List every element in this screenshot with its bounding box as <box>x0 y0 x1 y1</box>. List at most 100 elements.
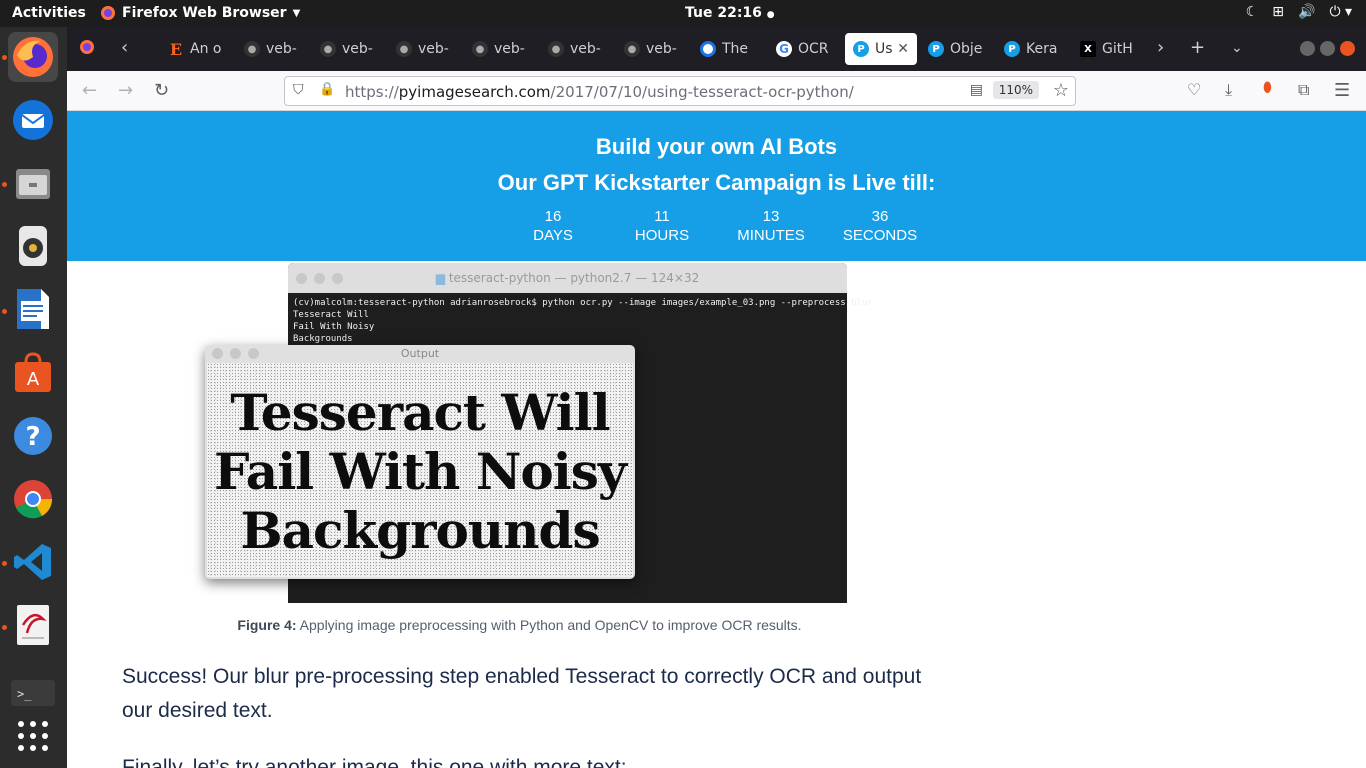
countdown-value: 11 <box>654 208 670 225</box>
countdown-seconds: 36 SECONDS <box>830 207 930 245</box>
dock-thunderbird[interactable] <box>8 95 58 145</box>
noisy-text-line: Backgrounds <box>240 501 600 560</box>
tab[interactable]: P Obje <box>920 33 994 65</box>
window-button-icon <box>248 348 259 359</box>
tab[interactable]: ● veb- <box>540 33 614 65</box>
dock-files[interactable] <box>8 158 58 208</box>
article-paragraph: Finally, let’s try another image, this o… <box>122 756 627 768</box>
tab[interactable]: X GitH <box>1072 33 1146 65</box>
window-button-icon <box>332 273 343 284</box>
downloads-icon[interactable]: ⤓ <box>1225 80 1232 100</box>
dock-terminal[interactable]: >_ <box>8 673 58 709</box>
lock-icon[interactable]: 🔒 <box>319 82 335 97</box>
clock[interactable]: Tue 22:16 ● <box>685 5 775 21</box>
noisy-text-line: Tesseract Will <box>230 383 610 442</box>
dock-rhythmbox[interactable] <box>8 221 58 271</box>
dock-firefox[interactable] <box>8 32 58 82</box>
shield-icon[interactable]: ⛉ <box>293 82 304 98</box>
tab[interactable]: ● veb- <box>616 33 690 65</box>
tab-active[interactable]: P Us ✕ <box>845 33 917 65</box>
url-bar[interactable]: ⛉ 🔒 https://pyimagesearch.com/2017/07/10… <box>284 76 1076 106</box>
tab[interactable]: ● veb- <box>464 33 538 65</box>
tab-scroll-left-button[interactable]: ‹ <box>121 37 128 58</box>
app-grid-icon <box>18 721 48 751</box>
github-icon: ● <box>396 41 412 57</box>
running-indicator <box>2 561 7 566</box>
tab[interactable]: ● veb- <box>312 33 386 65</box>
github-icon: ● <box>320 41 336 57</box>
window-button-icon <box>212 348 223 359</box>
figure-caption: Figure 4: Applying image preprocessing w… <box>67 617 972 633</box>
dock-software[interactable]: A <box>8 348 58 398</box>
zoom-indicator[interactable]: 110% <box>992 81 1039 99</box>
dock-chrome[interactable] <box>8 474 58 524</box>
chrome-icon <box>14 480 53 519</box>
tab-scroll-right-button[interactable]: › <box>1157 37 1164 58</box>
firefox-view-icon[interactable] <box>79 39 95 60</box>
reader-view-icon[interactable]: ▤ <box>970 82 983 98</box>
tab-label: OCR <box>798 41 829 57</box>
firefox-icon <box>13 37 53 77</box>
reload-button[interactable]: ↻ <box>154 80 169 101</box>
article-paragraph: Success! Our blur pre-processing step en… <box>122 665 922 722</box>
tab[interactable]: P Kera <box>996 33 1070 65</box>
extension-icon[interactable]: ⬮ <box>1263 80 1272 96</box>
maximize-button[interactable] <box>1320 41 1335 56</box>
countdown-value: 13 <box>762 208 780 225</box>
help-icon: ? <box>14 417 52 455</box>
tab[interactable]: ● veb- <box>236 33 310 65</box>
vscode-icon <box>14 544 51 580</box>
tab-label: Kera <box>1026 41 1058 57</box>
bookmark-star-icon[interactable]: ☆ <box>1053 80 1069 101</box>
caption-label: Figure 4: <box>237 617 297 633</box>
files-icon <box>16 169 50 199</box>
system-tray[interactable]: ☾ ⊞ 🔊 ⏻ ▾ <box>1246 4 1352 20</box>
close-tab-icon[interactable]: ✕ <box>897 41 909 57</box>
terminal-title: tesseract-python — python2.7 — 124×32 <box>448 271 700 285</box>
url-text[interactable]: https://pyimagesearch.com/2017/07/10/usi… <box>345 83 854 101</box>
tab-label: veb- <box>494 41 525 57</box>
thunderbird-icon <box>13 100 53 140</box>
url-path: /2017/07/10/using-tesseract-ocr-python/ <box>550 83 854 101</box>
countdown-unit: SECONDS <box>842 227 918 244</box>
app-name: Firefox Web Browser <box>122 5 287 21</box>
dock-help[interactable]: ? <box>8 411 58 461</box>
noisy-text-line: Fail With Noisy <box>214 442 627 501</box>
minimize-button[interactable] <box>1300 41 1315 56</box>
terminal-icon: >_ <box>11 680 55 706</box>
noisy-text-image: Tesseract Will Fail With Noisy Backgroun… <box>207 363 633 577</box>
pocket-icon[interactable]: ♡ <box>1187 80 1201 99</box>
web-page: Build your own AI Bots Our GPT Kickstart… <box>67 111 1366 768</box>
tab[interactable]: The <box>692 33 766 65</box>
window-button-icon <box>230 348 241 359</box>
output-window-screenshot: Output Tesseract Will Fail With Noisy Ba… <box>205 345 635 579</box>
activities-button[interactable]: Activities <box>12 5 86 21</box>
promo-banner[interactable]: Build your own AI Bots Our GPT Kickstart… <box>67 111 1366 261</box>
close-window-button[interactable] <box>1340 41 1355 56</box>
caption-text: Applying image preprocessing with Python… <box>296 617 802 633</box>
figure-image: ▆ tesseract-python — python2.7 — 124×32 … <box>192 261 873 603</box>
forward-button[interactable]: → <box>118 80 133 101</box>
github-icon: ● <box>472 41 488 57</box>
tab-label: veb- <box>570 41 601 57</box>
app-menu[interactable]: Firefox Web Browser ▼ <box>100 5 300 21</box>
new-tab-button[interactable]: + <box>1190 37 1205 58</box>
power-icon: ⏻ ▾ <box>1329 4 1352 20</box>
back-button[interactable]: ← <box>82 80 97 101</box>
svg-text:?: ? <box>25 422 40 452</box>
dock-writer[interactable] <box>8 284 58 334</box>
list-all-tabs-button[interactable]: ⌄ <box>1231 40 1243 56</box>
firefox-icon <box>101 6 115 20</box>
extensions-puzzle-icon[interactable]: ⧉ <box>1298 80 1309 100</box>
tab[interactable]: ● veb- <box>388 33 462 65</box>
tab[interactable]: E An o <box>160 33 234 65</box>
show-applications-button[interactable] <box>8 711 58 761</box>
dock-document-viewer[interactable] <box>8 600 58 650</box>
dock-vscode[interactable] <box>8 537 58 587</box>
chevron-down-icon: ▼ <box>292 7 301 19</box>
hamburger-menu-icon[interactable]: ☰ <box>1334 80 1350 101</box>
tab[interactable]: G OCR <box>768 33 842 65</box>
x-logo-icon: X <box>1080 41 1096 57</box>
countdown-hours: 11 HOURS <box>612 207 712 245</box>
running-indicator <box>2 309 7 314</box>
